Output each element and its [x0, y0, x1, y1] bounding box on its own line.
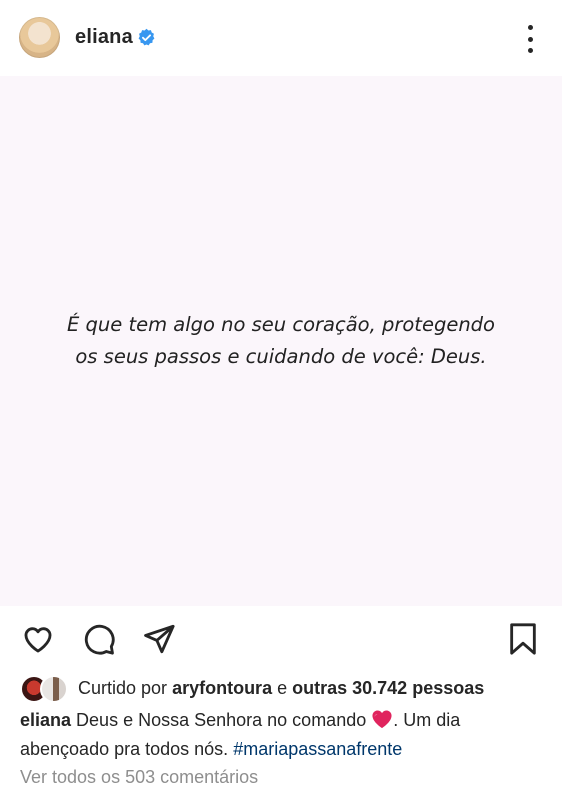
profile-avatar[interactable] [19, 17, 60, 58]
likes-summary[interactable]: Curtido por aryfontoura e outras 30.742 … [20, 673, 542, 703]
post-username[interactable]: eliana [75, 26, 133, 49]
caption-username[interactable]: eliana [20, 710, 71, 730]
likes-others-count[interactable]: outras 30.742 pessoas [292, 678, 484, 698]
more-options-icon[interactable] [518, 25, 542, 53]
like-button[interactable] [21, 622, 55, 656]
likes-connector: e [277, 677, 288, 698]
post-header: eliana [0, 0, 562, 76]
liker-avatar [40, 675, 68, 703]
comment-button[interactable] [82, 622, 116, 656]
quote-line-1: É que tem algo no seu coração, protegend… [67, 313, 495, 336]
caption-hashtag[interactable]: #mariapassanafrente [233, 739, 402, 759]
likes-prefix: Curtido por [78, 677, 168, 698]
post-quote-text: É que tem algo no seu coração, protegend… [61, 309, 501, 373]
heart-outline-icon [24, 627, 52, 653]
view-all-comments-link[interactable]: Ver todos os 503 comentários [20, 767, 258, 788]
red-heart-icon [372, 710, 392, 729]
post-caption: eliana Deus e Nossa Senhora no comando .… [20, 706, 540, 764]
post-actions-bar [0, 606, 562, 670]
bookmark-icon [510, 623, 536, 655]
comment-icon [84, 624, 115, 655]
caption-text: Deus e Nossa Senhora no comando [76, 710, 367, 730]
verified-badge-icon [138, 28, 155, 46]
quote-line-2: os seus passos e cuidando de você: Deus. [75, 345, 487, 368]
share-button[interactable] [142, 622, 176, 656]
post-image[interactable]: É que tem algo no seu coração, protegend… [0, 76, 562, 606]
save-button[interactable] [508, 622, 538, 656]
liker-username[interactable]: aryfontoura [172, 678, 272, 698]
likes-text: Curtido por aryfontoura e outras 30.742 … [78, 678, 484, 699]
liker-avatars [20, 675, 72, 703]
send-icon [144, 624, 175, 654]
